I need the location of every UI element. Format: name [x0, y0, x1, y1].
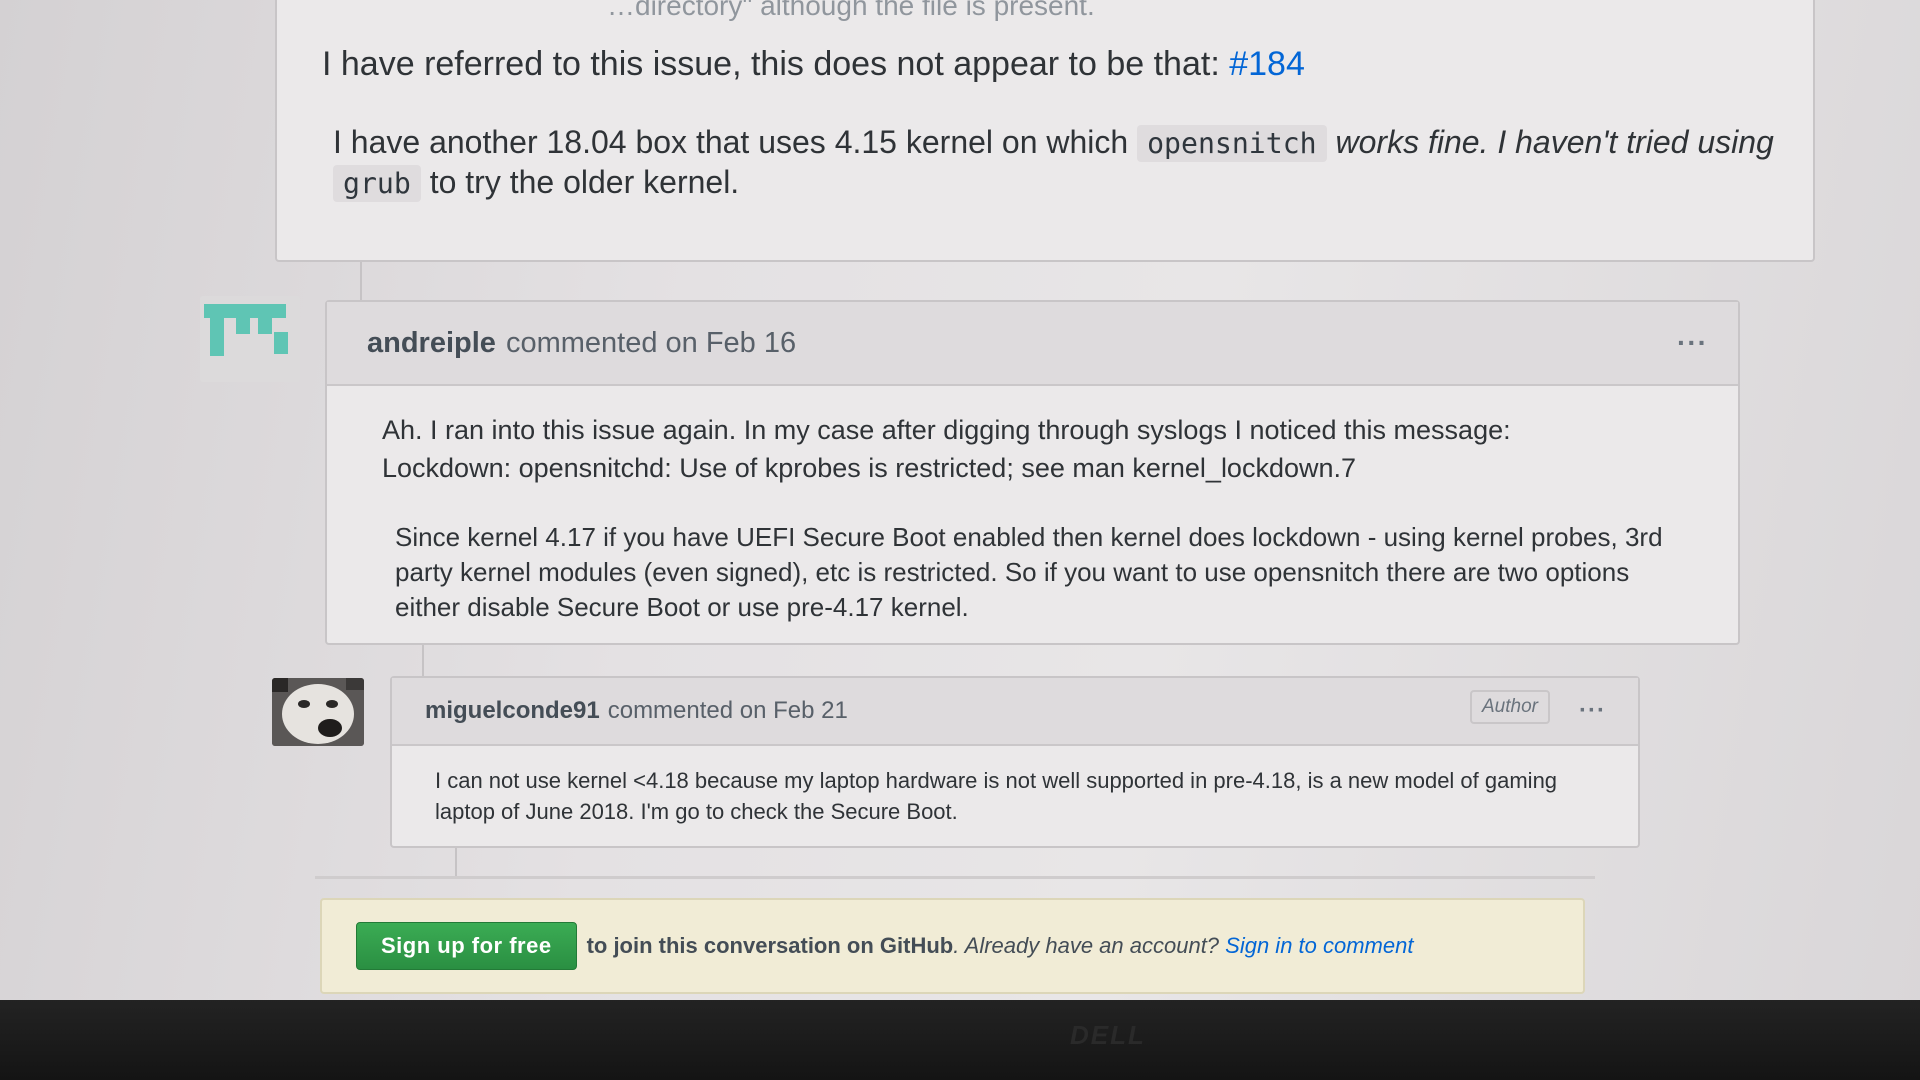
comment-author[interactable]: andreiple [367, 327, 496, 360]
comment-paragraph: Ah. I ran into this issue again. In my c… [382, 415, 1511, 483]
signup-prompt: Sign up for free to join this conversati… [320, 898, 1585, 994]
timeline-divider [315, 876, 1595, 879]
comment-options-button[interactable]: ··· [1677, 327, 1708, 359]
inline-code: grub [333, 165, 421, 202]
comment-paragraph: I have another 18.04 box that uses 4.15 … [333, 124, 1774, 202]
comment-header: miguelconde91 commented on Feb 21 Author… [392, 678, 1638, 746]
comment-options-button[interactable]: ··· [1579, 697, 1606, 725]
avatar-andreiple[interactable] [200, 296, 300, 382]
timeline-line [455, 848, 457, 878]
comment-previous: …directory" although the file is present… [275, 0, 1815, 262]
partial-top-text: …directory" although the file is present… [607, 0, 1095, 21]
comment-timestamp[interactable]: commented on Feb 16 [506, 327, 796, 360]
monitor-brand-logo: DELL [1070, 1020, 1146, 1050]
comment-miguelconde91: miguelconde91 commented on Feb 21 Author… [390, 676, 1640, 848]
monitor-bezel: DELL [0, 1000, 1920, 1080]
issue-link[interactable]: #184 [1229, 45, 1305, 83]
inline-code: opensnitch [1137, 125, 1327, 162]
identicon-icon [204, 304, 288, 356]
signup-button[interactable]: Sign up for free [356, 922, 577, 970]
author-badge: Author [1470, 690, 1550, 724]
comment-author[interactable]: miguelconde91 [425, 697, 600, 725]
dog-photo-icon [272, 678, 364, 746]
timeline-line [422, 645, 424, 680]
comment-timestamp[interactable]: commented on Feb 21 [608, 697, 848, 725]
signin-link[interactable]: Sign in to comment [1225, 933, 1413, 958]
conversation-page: …directory" although the file is present… [0, 0, 1920, 1000]
comment-header: andreiple commented on Feb 16 ··· [327, 302, 1738, 386]
timeline-line [360, 262, 362, 302]
comment-paragraph: Since kernel 4.17 if you have UEFI Secur… [395, 522, 1663, 623]
comment-paragraph: I have referred to this issue, this does… [322, 45, 1305, 83]
comment-paragraph: I can not use kernel <4.18 because my la… [435, 768, 1558, 824]
signup-text: to join this conversation on GitHub. Alr… [586, 933, 1414, 958]
avatar-miguelconde91[interactable] [272, 678, 364, 746]
comment-andreiple: andreiple commented on Feb 16 ··· Ah. I … [325, 300, 1740, 645]
